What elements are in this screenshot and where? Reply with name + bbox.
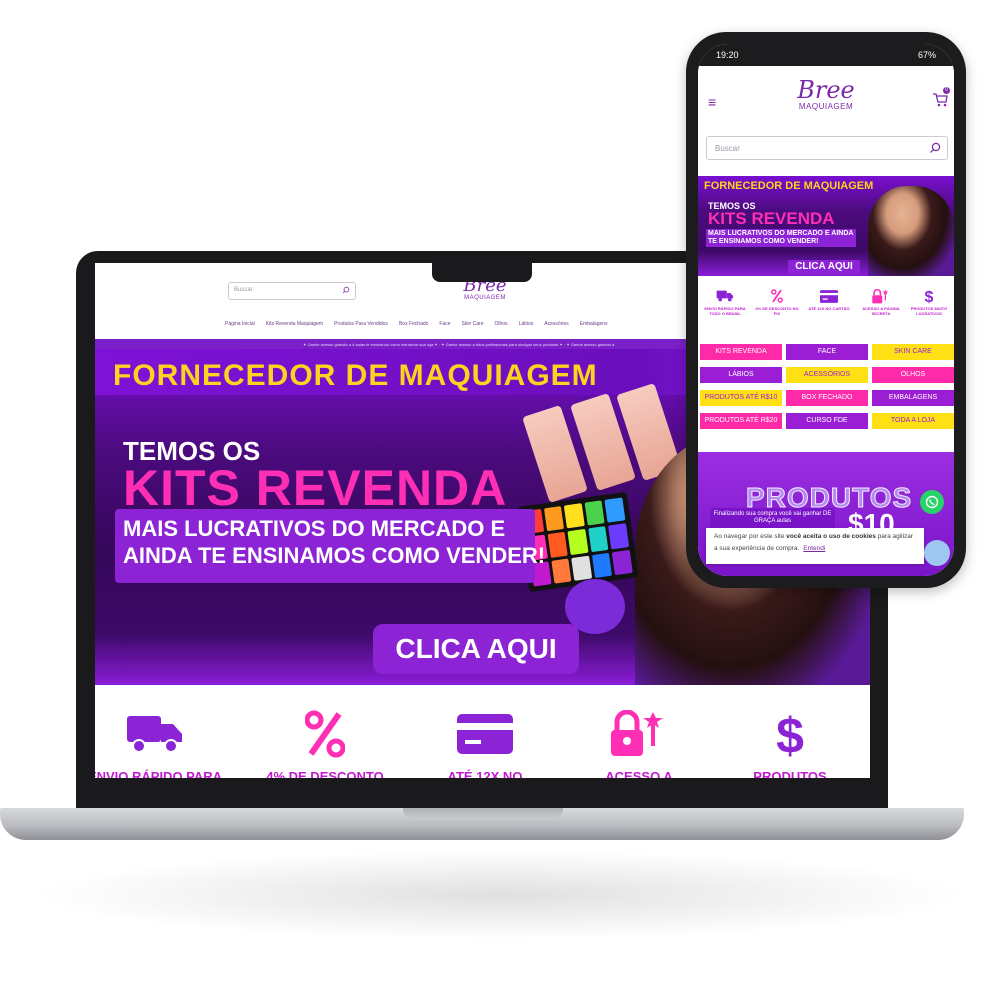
category-button[interactable]: ACESSÓRIOS [786, 367, 868, 383]
truck-icon [716, 290, 734, 302]
nav-item[interactable]: Kits Revenda Maquiagem [266, 321, 323, 333]
nav-item[interactable]: Lábios [519, 321, 534, 333]
svg-text:$: $ [776, 709, 804, 759]
search-placeholder: Buscar [715, 144, 740, 153]
laptop-camera-notch [432, 262, 532, 282]
feature-installments: ATÉ 12X NO [415, 709, 555, 778]
phone-notch [758, 44, 894, 60]
svg-text:$: $ [925, 289, 934, 304]
nav-item[interactable]: Box Fechado [399, 321, 428, 333]
dollar-icon: $ [776, 709, 804, 759]
feature-installments: ATÉ 12X NO CARTÃO [804, 288, 854, 311]
laptop-chin [76, 778, 888, 811]
status-time: 19:20 [716, 50, 739, 60]
cookie-accept-link[interactable]: Entendi [803, 545, 825, 552]
feature-products: $ PRODUTOS MUITO LUCRATIVOS [904, 288, 954, 316]
cookie-text-bold: você aceita o uso de cookies [786, 533, 876, 540]
percent-icon [305, 710, 345, 758]
feature-label: PRODUTOS MUITO LUCRATIVOS [910, 306, 948, 316]
laptop-shadow [30, 850, 970, 940]
nav-item[interactable]: Embalagens [580, 321, 608, 333]
search-placeholder: Buscar [234, 287, 253, 293]
feature-label: ATÉ 12X NO CARTÃO [808, 306, 850, 311]
category-button[interactable]: FACE [786, 344, 868, 360]
category-button[interactable]: PRODUTOS ATÉ R$20 [700, 413, 782, 429]
search-icon[interactable] [929, 142, 941, 154]
credit-card-icon [820, 289, 838, 303]
feature-label: ENVIO RÁPIDO PARA [95, 769, 223, 778]
site-logo[interactable]: Bree MAQUIAGEM [786, 78, 866, 111]
banner-cta-button[interactable]: CLICA AQUI [788, 260, 860, 274]
lock-key-icon [611, 710, 663, 756]
feature-label: ACESSO A [605, 769, 673, 778]
feature-shipping: ENVIO RÁPIDO PARA [95, 709, 225, 778]
whatsapp-icon [925, 495, 939, 509]
banner-cta-button[interactable]: CLICA AQUI [373, 624, 579, 674]
checkout-toast: Finalizando sua compra você vai ganhar D… [710, 508, 835, 530]
logo-script: Bree [797, 76, 855, 104]
banner-subtitle-line: MAIS LUCRATIVOS DO MERCADO E [123, 516, 506, 541]
status-battery: 67% [917, 50, 936, 60]
search-input[interactable]: Buscar [706, 136, 948, 160]
features-row: ENVIO RÁPIDO PARA 4% DE DESCONTO ATÉ 12X… [95, 693, 870, 778]
lock-key-icon [872, 288, 889, 303]
cart-count: 0 [943, 87, 950, 94]
feature-discount: 4% DE DESCONTO NO PIX [752, 288, 802, 316]
laptop-base-notch [403, 808, 563, 819]
banner-subtitle: MAIS LUCRATIVOS DO MERCADO E AINDA TE EN… [706, 229, 856, 247]
percent-icon [771, 289, 783, 303]
banner-subtitle-line: AINDA TE ENSINAMOS COMO VENDER! [123, 543, 546, 568]
feature-label: ACESSO A PÁGINA SECRETA [862, 306, 900, 316]
search-icon[interactable] [342, 286, 350, 294]
feature-label: ATÉ 12X NO [447, 769, 523, 778]
cart-button[interactable]: 0 [932, 87, 950, 108]
cookie-text: Ao navegar por este site [714, 533, 787, 540]
dollar-icon: $ [925, 289, 934, 304]
nav-item[interactable]: Face [439, 321, 450, 333]
mobile-header: ≡ Bree MAQUIAGEM 0 [698, 66, 954, 132]
feature-secret-page: ACESSO A PÁGINA SECRETA [856, 288, 906, 316]
category-button[interactable]: KITS REVENDA [700, 344, 782, 360]
category-grid: KITS REVENDA FACE SKIN CARE LÁBIOS ACESSÓRIO… [698, 344, 954, 429]
banner-line-2: KITS REVENDA [708, 209, 835, 228]
feature-shipping: ENVIO RÁPIDO PARA TODO O BRASIL [700, 288, 750, 316]
category-button[interactable]: CURSO FDE [786, 413, 868, 429]
banner-title: FORNECEDOR DE MAQUIAGEM [704, 180, 874, 192]
banner-title: FORNECEDOR DE MAQUIAGEM [113, 359, 598, 392]
category-button[interactable]: LÁBIOS [700, 367, 782, 383]
nav-item[interactable]: Acessórios [544, 321, 568, 333]
feature-label: PRODUTOS [753, 769, 827, 778]
accessibility-icon[interactable] [924, 540, 950, 566]
feature-label: 4% DE DESCONTO NO PIX [755, 306, 799, 316]
cookie-banner: Ao navegar por este site você aceita o u… [706, 528, 924, 564]
feature-discount: 4% DE DESCONTO [255, 709, 395, 778]
model-photo [868, 186, 954, 276]
features-row: ENVIO RÁPIDO PARA TODO O BRASIL 4% DE DE… [698, 288, 954, 328]
category-button[interactable]: OLHOS [872, 367, 954, 383]
category-button[interactable]: TODA A LOJA [872, 413, 954, 429]
banner-subtitle: MAIS LUCRATIVOS DO MERCADO E AINDA TE EN… [123, 515, 545, 569]
whatsapp-button[interactable] [920, 490, 944, 514]
nav-item[interactable]: Olhos [495, 321, 508, 333]
feature-products: $ PRODUTOS [720, 709, 860, 778]
category-button[interactable]: EMBALAGENS [872, 390, 954, 406]
menu-icon[interactable]: ≡ [708, 94, 716, 110]
credit-card-icon [457, 714, 513, 754]
nav-item[interactable]: Skin Care [462, 321, 484, 333]
phone-screen: 19:20 67% ≡ Bree MAQUIAGEM 0 Buscar FORN… [698, 44, 954, 576]
feature-label: 4% DE DESCONTO [266, 769, 384, 778]
category-button[interactable]: PRODUTOS ATÉ R$10 [700, 390, 782, 406]
nav-item[interactable]: Página Inicial [225, 321, 255, 333]
nav-item[interactable]: Produtos Para Vendidos [334, 321, 388, 333]
feature-label: ENVIO RÁPIDO PARA TODO O BRASIL [704, 306, 746, 316]
category-button[interactable]: SKIN CARE [872, 344, 954, 360]
category-button[interactable]: BOX FECHADO [786, 390, 868, 406]
hero-banner[interactable]: FORNECEDOR DE MAQUIAGEM TEMOS OS KITS RE… [698, 176, 954, 276]
cart-icon [933, 93, 948, 107]
feature-secret-page: ACESSO A [569, 709, 709, 778]
truck-icon [127, 716, 182, 753]
search-input[interactable]: Buscar [228, 282, 356, 300]
